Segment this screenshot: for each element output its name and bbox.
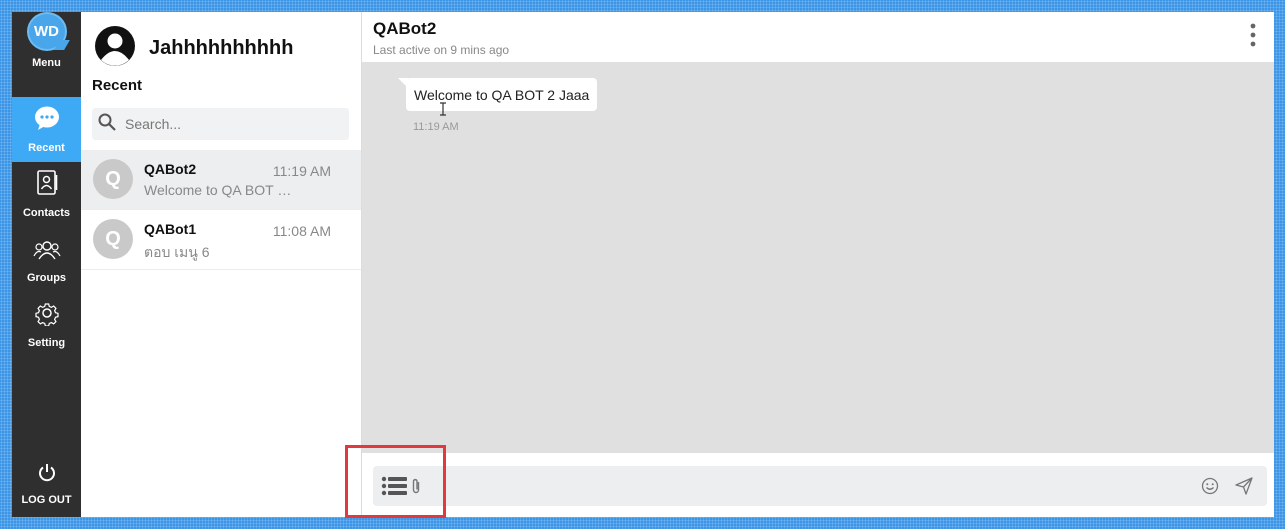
nav-rail: WD Menu Recent Contacts Groups Setting L… bbox=[12, 12, 81, 517]
chat-preview: ตอบ เมนู 6 bbox=[144, 244, 210, 260]
power-icon bbox=[37, 463, 57, 488]
message-bubble: Welcome to QA BOT 2 Jaaa bbox=[397, 78, 598, 111]
logo-icon: WD bbox=[26, 12, 67, 51]
message-area[interactable]: Welcome to QA BOT 2 Jaaa 11:19 AM bbox=[362, 62, 1274, 453]
user-name: Jahhhhhhhhhh bbox=[149, 37, 294, 59]
contacts-book-icon bbox=[35, 170, 59, 201]
logout-label: LOG OUT bbox=[21, 494, 72, 506]
message-composer bbox=[373, 466, 1267, 506]
groups-icon bbox=[32, 239, 61, 266]
search-icon bbox=[98, 113, 116, 136]
message-text: Welcome to QA BOT 2 Jaaa bbox=[414, 87, 590, 103]
chat-list: Q QABot2 11:19 AM Welcome to QA BOT 2 Ja… bbox=[81, 150, 361, 270]
send-icon[interactable] bbox=[1235, 477, 1253, 495]
rail-item-label: Recent bbox=[28, 142, 65, 154]
rail-item-menu[interactable]: WD Menu bbox=[12, 12, 81, 77]
recent-panel: Jahhhhhhhhhh Recent Q QABot2 11:19 AM We… bbox=[81, 12, 362, 517]
message-input[interactable] bbox=[453, 474, 1193, 498]
rail-item-setting[interactable]: Setting bbox=[12, 292, 81, 357]
text-cursor-icon bbox=[439, 102, 447, 121]
logo-text: WD bbox=[34, 23, 59, 40]
logout-button[interactable]: LOG OUT bbox=[12, 449, 81, 514]
chat-name: QABot2 bbox=[144, 161, 197, 177]
chat-preview: Welcome to QA BOT 2 Jaaa bbox=[144, 182, 292, 198]
chat-list-item-qabot2[interactable]: Q QABot2 11:19 AM Welcome to QA BOT 2 Ja… bbox=[81, 150, 361, 210]
menu-list-icon[interactable] bbox=[381, 475, 408, 497]
chat-time: 11:19 AM bbox=[272, 163, 331, 179]
section-title: Recent bbox=[92, 77, 143, 94]
avatar: Q bbox=[93, 159, 133, 199]
chat-bubble-icon bbox=[34, 105, 60, 136]
chat-list-item-qabot1[interactable]: Q QABot1 11:08 AM ตอบ เมนู 6 bbox=[81, 210, 361, 270]
chat-time: 11:08 AM bbox=[272, 223, 331, 239]
chat-app: WD Menu Recent Contacts Groups Setting L… bbox=[12, 12, 1274, 517]
message-time: 11:19 AM bbox=[413, 121, 459, 133]
paperclip-icon[interactable] bbox=[411, 477, 421, 495]
avatar: Q bbox=[93, 219, 133, 259]
rail-item-label: Setting bbox=[27, 337, 66, 349]
rail-item-groups[interactable]: Groups bbox=[12, 227, 81, 292]
rail-item-contacts[interactable]: Contacts bbox=[12, 162, 81, 227]
user-avatar-icon[interactable] bbox=[94, 25, 136, 72]
conversation-header: QABot2 Last active on 9 mins ago bbox=[362, 12, 1274, 62]
conversation-title: QABot2 bbox=[373, 19, 437, 38]
last-active-status: Last active on 9 mins ago bbox=[373, 43, 510, 57]
search-box bbox=[92, 108, 349, 140]
search-input[interactable] bbox=[125, 116, 325, 132]
conversation-pane: QABot2 Last active on 9 mins ago Welcome… bbox=[362, 12, 1274, 517]
rail-item-label: Contacts bbox=[22, 207, 71, 219]
rail-item-label: Menu bbox=[32, 57, 61, 69]
rail-item-recent[interactable]: Recent bbox=[12, 97, 81, 162]
chat-name: QABot1 bbox=[144, 221, 197, 237]
more-options-icon[interactable] bbox=[1246, 22, 1260, 48]
user-profile: Jahhhhhhhhhh bbox=[94, 25, 293, 72]
rail-item-label: Groups bbox=[26, 272, 67, 284]
gear-icon bbox=[34, 300, 60, 331]
emoji-icon[interactable] bbox=[1201, 477, 1219, 495]
